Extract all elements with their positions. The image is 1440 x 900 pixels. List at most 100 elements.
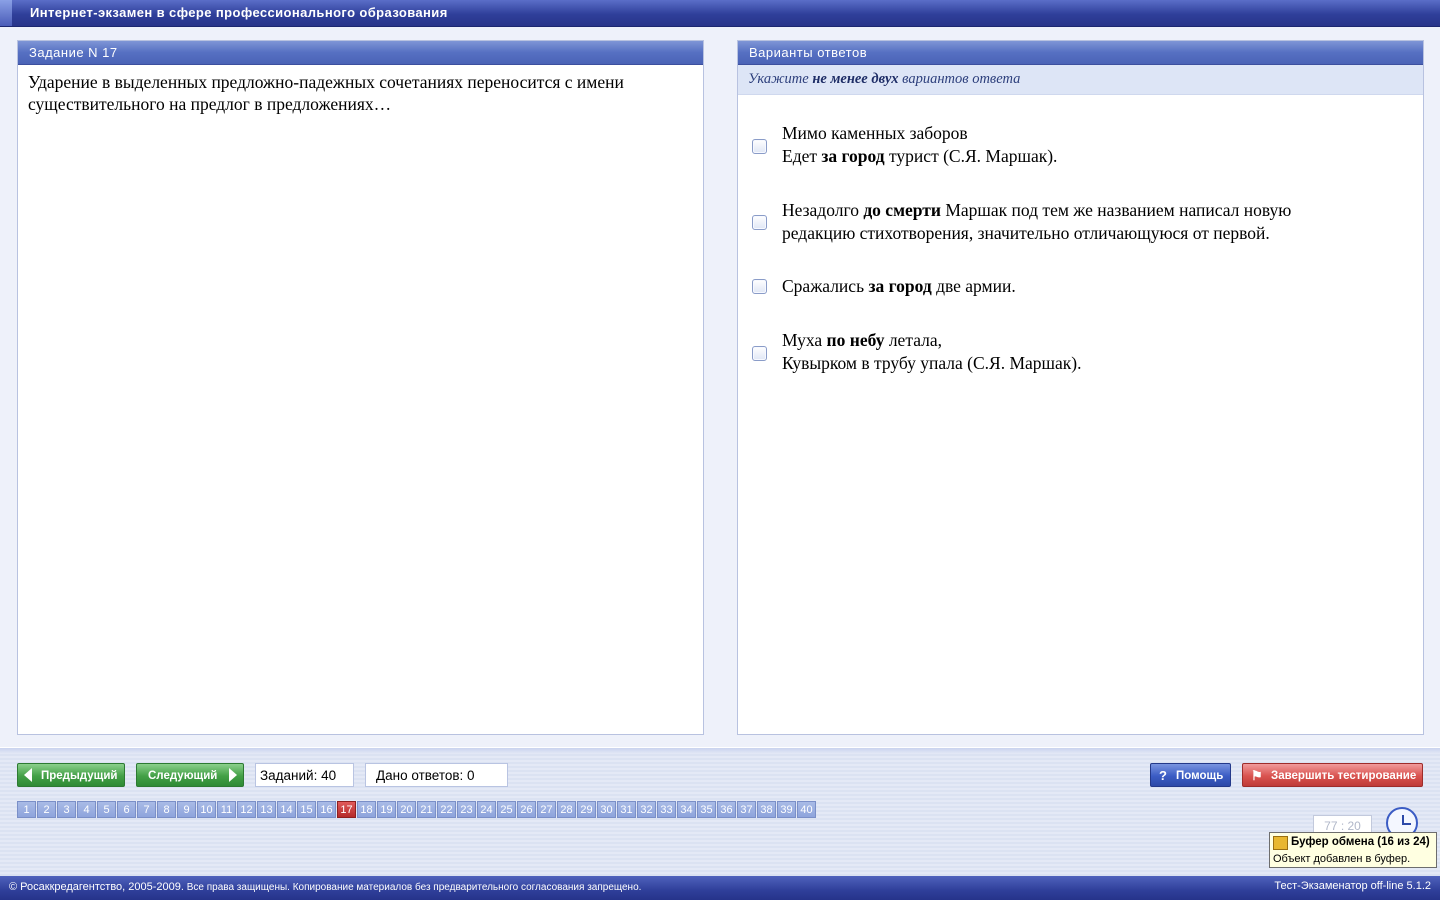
question-number-14[interactable]: 14 (277, 801, 296, 818)
question-number-1[interactable]: 1 (17, 801, 36, 818)
finish-test-button[interactable]: ⚑ Завершить тестирование (1242, 763, 1423, 787)
answer-1-bold: за город (821, 145, 885, 166)
question-number-26[interactable]: 26 (517, 801, 536, 818)
question-number-18[interactable]: 18 (357, 801, 376, 818)
answer-checkbox-4[interactable] (752, 346, 767, 361)
question-number-28[interactable]: 28 (557, 801, 576, 818)
question-number-33[interactable]: 33 (657, 801, 676, 818)
answer-4-bold: по небу (826, 330, 885, 350)
window-title: Интернет-экзамен в сфере профессионально… (30, 5, 448, 20)
answer-1-line1: Мимо каменных заборов (782, 123, 968, 143)
answers-hint: Укажите не менее двух вариантов ответа (738, 65, 1423, 95)
clipboard-tooltip: Буфер обмена (16 из 24) Объект добавлен … (1269, 832, 1437, 868)
title-bar-accent (0, 0, 12, 26)
answer-2-bold: до смерти (863, 200, 941, 220)
answer-4-line2: Кувырком в трубу упала (С.Я. Маршак). (782, 352, 1082, 373)
answer-text-2: Незадолго до смерти Маршак под тем же на… (782, 199, 1422, 244)
question-number-37[interactable]: 37 (737, 801, 756, 818)
question-number-3[interactable]: 3 (57, 801, 76, 818)
answer-1-line2-post: турист (С.Я. Маршак). (884, 145, 1058, 166)
running-man-icon: ⚑ (1251, 768, 1263, 783)
answers-header: Варианты ответов (738, 41, 1423, 65)
question-number-29[interactable]: 29 (577, 801, 596, 818)
question-number-15[interactable]: 15 (297, 801, 316, 818)
question-number-31[interactable]: 31 (617, 801, 636, 818)
clock-hand-hour (1403, 823, 1411, 825)
question-number-21[interactable]: 21 (417, 801, 436, 818)
question-number-27[interactable]: 27 (537, 801, 556, 818)
question-number-7[interactable]: 7 (137, 801, 156, 818)
question-number-40[interactable]: 40 (797, 801, 816, 818)
help-button[interactable]: ? Помощь (1150, 763, 1231, 787)
answer-checkbox-2[interactable] (752, 215, 767, 230)
answer-3-bold: за город (868, 276, 932, 296)
question-number-16[interactable]: 16 (317, 801, 336, 818)
hint-pre: Укажите (748, 71, 809, 87)
answer-2-line1-post: Маршак под тем же названием написал нову… (940, 200, 1292, 220)
question-number-12[interactable]: 12 (237, 801, 256, 818)
answer-checkbox-1[interactable] (752, 139, 767, 154)
answer-3-line1-pre: Сражались (782, 276, 869, 296)
hint-post: вариантов ответа (902, 71, 1021, 87)
question-text: Ударение в выделенных предложно-падежных… (28, 72, 624, 114)
question-number-19[interactable]: 19 (377, 801, 396, 818)
question-number-8[interactable]: 8 (157, 801, 176, 818)
question-number-34[interactable]: 34 (677, 801, 696, 818)
prev-button[interactable]: Предыдущий (17, 763, 125, 787)
answer-1-line2-pre: Едет (782, 145, 822, 166)
arrow-left-icon (24, 768, 32, 782)
question-number-38[interactable]: 38 (757, 801, 776, 818)
clipboard-icon (1273, 836, 1288, 850)
question-number-25[interactable]: 25 (497, 801, 516, 818)
question-number-39[interactable]: 39 (777, 801, 796, 818)
footer-copyright: © Росаккредагентство, 2005-2009. Все пра… (9, 881, 641, 893)
answer-4-line1-post: летала, (884, 330, 942, 350)
prev-button-label: Предыдущий (41, 770, 118, 782)
question-number-6[interactable]: 6 (117, 801, 136, 818)
footer-copyright-rest: Все права защищены. Копирование материал… (183, 882, 642, 893)
question-number-20[interactable]: 20 (397, 801, 416, 818)
title-bar: Интернет-экзамен в сфере профессионально… (0, 0, 1440, 27)
question-number-2[interactable]: 2 (37, 801, 56, 818)
arrow-right-icon (229, 768, 237, 782)
answer-4-line1-pre: Муха (782, 330, 827, 350)
footer: © Росаккредагентство, 2005-2009. Все пра… (0, 876, 1440, 900)
question-number-17[interactable]: 17 (337, 801, 356, 818)
question-number-4[interactable]: 4 (77, 801, 96, 818)
answer-3-line1-post: две армии. (931, 276, 1016, 296)
bottom-separator (0, 748, 1440, 754)
answer-2-line2: редакцию стихотворения, значительно отли… (782, 222, 1270, 243)
answer-text-3: Сражались за город две армии. (782, 275, 1422, 298)
answers-panel: Варианты ответов Укажите не менее двух в… (737, 40, 1424, 735)
help-button-label: Помощь (1176, 770, 1224, 782)
question-panel: Задание N 17 Ударение в выделенных предл… (17, 40, 704, 735)
question-number-9[interactable]: 9 (177, 801, 196, 818)
question-header: Задание N 17 (18, 41, 703, 65)
answer-text-4: Муха по небу летала, Кувырком в трубу уп… (782, 329, 1422, 374)
answer-text-1: Мимо каменных заборов Едет за город тури… (782, 122, 1422, 167)
footer-app-version: Тест-Экзаменатор off-line 5.1.2 (1274, 880, 1431, 892)
footer-copyright-main: © Росаккредагентство, 2005-2009. (9, 881, 184, 893)
question-number-13[interactable]: 13 (257, 801, 276, 818)
question-number-30[interactable]: 30 (597, 801, 616, 818)
question-number-35[interactable]: 35 (697, 801, 716, 818)
answer-checkbox-3[interactable] (752, 279, 767, 294)
question-number-36[interactable]: 36 (717, 801, 736, 818)
question-number-24[interactable]: 24 (477, 801, 496, 818)
question-number-23[interactable]: 23 (457, 801, 476, 818)
question-number-11[interactable]: 11 (217, 801, 236, 818)
next-button[interactable]: Следующий (136, 763, 244, 787)
finish-test-label: Завершить тестирование (1271, 770, 1417, 782)
answered-counter: Дано ответов: 0 (365, 763, 508, 787)
question-number-22[interactable]: 22 (437, 801, 456, 818)
next-button-label: Следующий (148, 770, 218, 782)
tooltip-message: Объект добавлен в буфер. (1273, 853, 1411, 865)
question-number-10[interactable]: 10 (197, 801, 216, 818)
answer-2-line1-pre: Незадолго (782, 200, 864, 220)
help-icon: ? (1159, 768, 1167, 783)
total-tasks-counter: Заданий: 40 (255, 763, 354, 787)
tooltip-title: Буфер обмена (16 из 24) (1291, 836, 1430, 848)
question-number-5[interactable]: 5 (97, 801, 116, 818)
hint-bold: не менее двух (812, 71, 899, 87)
question-number-32[interactable]: 32 (637, 801, 656, 818)
